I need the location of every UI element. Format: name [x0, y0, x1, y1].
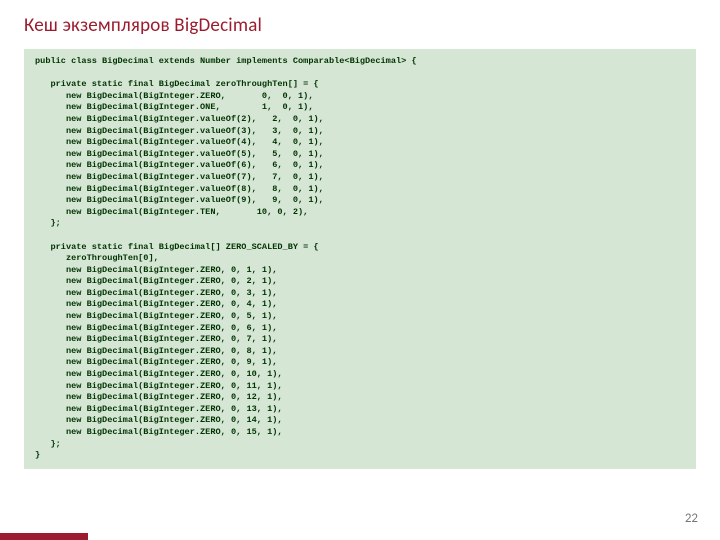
accent-bar — [0, 533, 88, 540]
code-block: public class BigDecimal extends Number i… — [24, 49, 696, 469]
slide-title: Кеш экземпляров BigDecimal — [0, 0, 720, 37]
page-number: 22 — [685, 511, 698, 526]
